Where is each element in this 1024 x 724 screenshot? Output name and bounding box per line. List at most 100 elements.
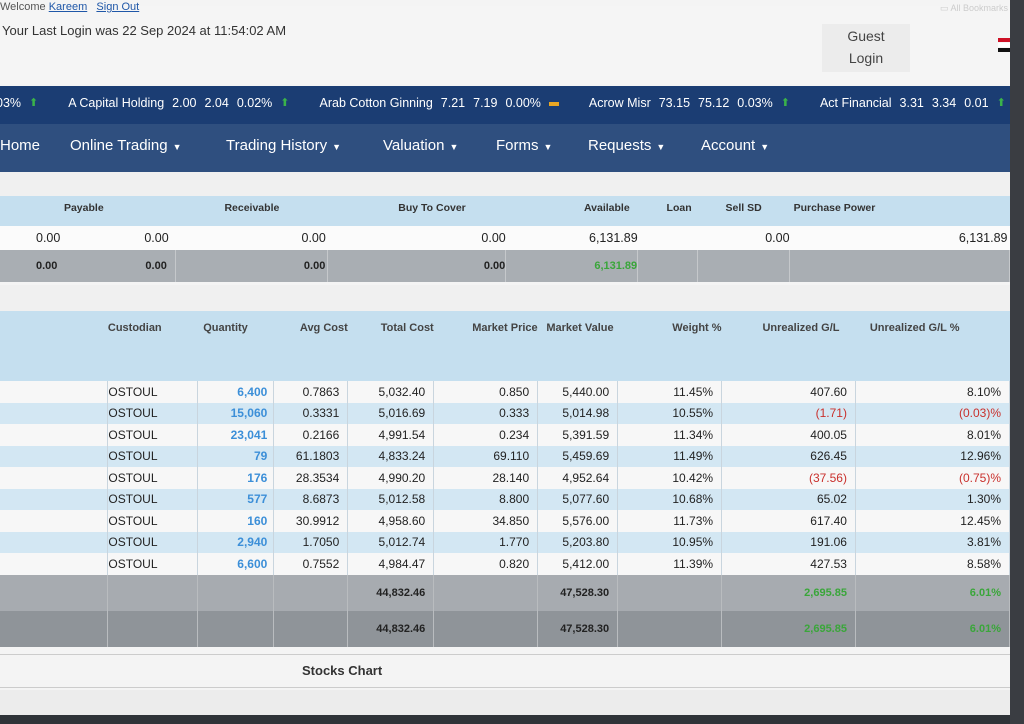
total-market-value: 47,528.30 <box>537 574 619 611</box>
nav-trading-history[interactable]: Trading History ▼ <box>226 137 341 154</box>
ticker-price: 3.31 <box>899 96 924 110</box>
cell-total-cost: 4,833.24 <box>347 445 435 467</box>
holding-row[interactable]: OSTOUL 176 28.3534 4,990.20 28.140 4,952.64 10… <box>0 467 1010 489</box>
holding-row[interactable]: OSTOUL 160 30.9912 4,958.60 34.850 5,576.00 11… <box>0 510 1010 532</box>
ticker-item[interactable]: 03% ⬆ <box>0 96 46 110</box>
summary2-receivable: 0.00 <box>145 260 167 272</box>
cell-quantity[interactable]: 176 <box>197 467 275 489</box>
ticker-change: 0.03% <box>737 96 773 110</box>
cell-total-cost: 5,016.69 <box>347 402 435 424</box>
cell-unrealized-gl-pct: 8.10% <box>855 381 1010 403</box>
cell-custodian: OSTOUL <box>107 510 199 532</box>
col-sell-sd: Sell SD <box>725 202 762 214</box>
stocks-chart-section[interactable]: Stocks Chart <box>0 654 1010 688</box>
holding-row[interactable]: OSTOUL 23,041 0.2166 4,991.54 0.234 5,391.59 1… <box>0 424 1010 446</box>
ticker-price: 73.15 <box>658 96 691 110</box>
cell-quantity[interactable]: 6,600 <box>197 553 275 575</box>
summary2-buy-to-cover: 0.00 <box>175 250 329 282</box>
holding-row[interactable]: OSTOUL 6,400 0.7863 5,032.40 0.850 5,440.00 11… <box>0 381 1010 403</box>
holding-row[interactable]: OSTOUL 79 61.1803 4,833.24 69.110 5,459.69 11.… <box>0 445 1010 467</box>
nav-requests[interactable]: Requests ▼ <box>588 137 665 154</box>
cell-unrealized-gl-pct: 3.81% <box>855 531 1010 553</box>
cell-market-value: 4,952.64 <box>537 467 619 489</box>
cell-quantity[interactable]: 79 <box>197 445 275 467</box>
ticker-prev: 3.34 <box>931 96 957 110</box>
ticker-item[interactable]: Act Financial 3.31 3.34 0.01 ⬆ <box>820 96 1010 110</box>
cell-total-cost: 4,958.60 <box>347 510 435 532</box>
ticker-name: Acrow Misr <box>588 96 651 110</box>
cell-market-value: 5,014.98 <box>537 402 619 424</box>
cell-market-price: 0.333 <box>433 402 539 424</box>
col-receivable: Receivable <box>224 202 280 214</box>
user-name-link[interactable]: Kareem <box>49 1 88 13</box>
nav-home-label: Home <box>0 137 41 154</box>
cell-unrealized-gl: (37.56) <box>721 467 856 489</box>
cell-quantity[interactable]: 6,400 <box>197 381 275 403</box>
guest-login-box[interactable]: Guest Login <box>822 24 910 72</box>
egypt-flag-icon[interactable] <box>998 38 1010 52</box>
nav-online-trading[interactable]: Online Trading ▼ <box>70 137 181 154</box>
ticker-change: 03% <box>0 96 22 110</box>
nav-forms[interactable]: Forms ▼ <box>496 137 552 154</box>
cell-weight: 10.42% <box>617 467 723 489</box>
bookmarks-bar[interactable]: ▭ All Bookmarks <box>940 3 1008 14</box>
cell-quantity[interactable]: 2,940 <box>197 531 275 553</box>
cell-quantity[interactable]: 15,060 <box>197 402 275 424</box>
cell-weight: 11.34% <box>617 424 723 446</box>
cell-market-value: 5,077.60 <box>537 488 619 510</box>
summary-loan: 6,131.89 <box>589 231 638 245</box>
cell-quantity[interactable]: 577 <box>197 488 275 510</box>
nav-forms-label: Forms <box>496 137 539 154</box>
page: Welcome Kareem Sign Out Your Last Login … <box>0 0 1010 715</box>
sign-out-link[interactable]: Sign Out <box>96 1 139 13</box>
cell-unrealized-gl: 407.60 <box>721 381 856 403</box>
ticker-item[interactable]: Acrow Misr 73.15 75.12 0.03% ⬆ <box>589 96 798 110</box>
cell-total-cost: 5,032.40 <box>347 381 435 403</box>
total-total-cost: 44,832.46 <box>347 610 435 647</box>
holding-row[interactable]: OSTOUL 2,940 1.7050 5,012.74 1.770 5,203.80 10… <box>0 531 1010 553</box>
ticker-price: 7.21 <box>440 96 466 110</box>
top-header: Welcome Kareem Sign Out Your Last Login … <box>0 1 1010 84</box>
cell-market-value: 5,391.59 <box>537 424 619 446</box>
cell-quantity[interactable]: 160 <box>197 510 275 532</box>
col-unrealized-gl: Unrealized G/L <box>762 322 840 334</box>
total-gl: 2,695.85 <box>721 610 856 647</box>
cell-quantity[interactable]: 23,041 <box>197 424 275 446</box>
nav-trading-history-label: Trading History <box>226 137 328 154</box>
cell-unrealized-gl-pct: (0.75)% <box>855 467 1010 489</box>
summary-buy-to-cover: 0.00 <box>301 231 326 245</box>
total-gl: 2,695.85 <box>721 574 856 611</box>
ticker-item[interactable]: A Capital Holding 2.00 2.04 0.02% ⬆ <box>68 96 297 110</box>
col-market-value: Market Value <box>546 322 614 334</box>
summary-receivable: 0.00 <box>144 231 169 245</box>
nav-account[interactable]: Account ▼ <box>701 137 769 154</box>
monitor-bezel-right <box>1010 0 1024 724</box>
nav-online-trading-label: Online Trading <box>70 137 168 154</box>
col-purchase-power: Purchase Power <box>793 202 876 214</box>
cell-custodian: OSTOUL <box>107 488 199 510</box>
ticker-item[interactable]: Arab Cotton Ginning 7.21 7.19 0.00% <box>320 96 567 110</box>
cell-custodian: OSTOUL <box>107 531 199 553</box>
cell-unrealized-gl: 617.40 <box>721 510 856 532</box>
cell-avg-cost: 61.1803 <box>273 445 349 467</box>
ticker-change: 0.01 <box>964 96 989 110</box>
ticker-name: Arab Cotton Ginning <box>319 96 433 110</box>
cell-avg-cost: 0.7863 <box>273 381 349 403</box>
cell-weight: 11.45% <box>617 381 723 403</box>
nav-valuation[interactable]: Valuation ▼ <box>383 137 458 154</box>
cell-avg-cost: 0.7552 <box>273 553 349 575</box>
holding-row[interactable]: OSTOUL 15,060 0.3331 5,016.69 0.333 5,014.98 1… <box>0 402 1010 424</box>
summary2-available: 0.00 <box>327 250 507 282</box>
chevron-down-icon: ▼ <box>449 142 459 152</box>
holding-row[interactable]: OSTOUL 6,600 0.7552 4,984.47 0.820 5,412.00 11… <box>0 553 1010 575</box>
col-custodian: Custodian <box>107 322 162 334</box>
chevron-down-icon: ▼ <box>172 142 182 152</box>
col-unrealized-gl-pct: Unrealized G/L % <box>869 322 960 334</box>
nav-home[interactable]: Home <box>0 137 40 154</box>
footer-area <box>0 690 1010 715</box>
cell-unrealized-gl: 427.53 <box>721 553 856 575</box>
cell-total-cost: 5,012.58 <box>347 488 435 510</box>
login-label[interactable]: Login <box>822 47 910 69</box>
ticker-price: 2.00 <box>172 96 197 110</box>
holding-row[interactable]: OSTOUL 577 8.6873 5,012.58 8.800 5,077.60 10.6… <box>0 488 1010 510</box>
